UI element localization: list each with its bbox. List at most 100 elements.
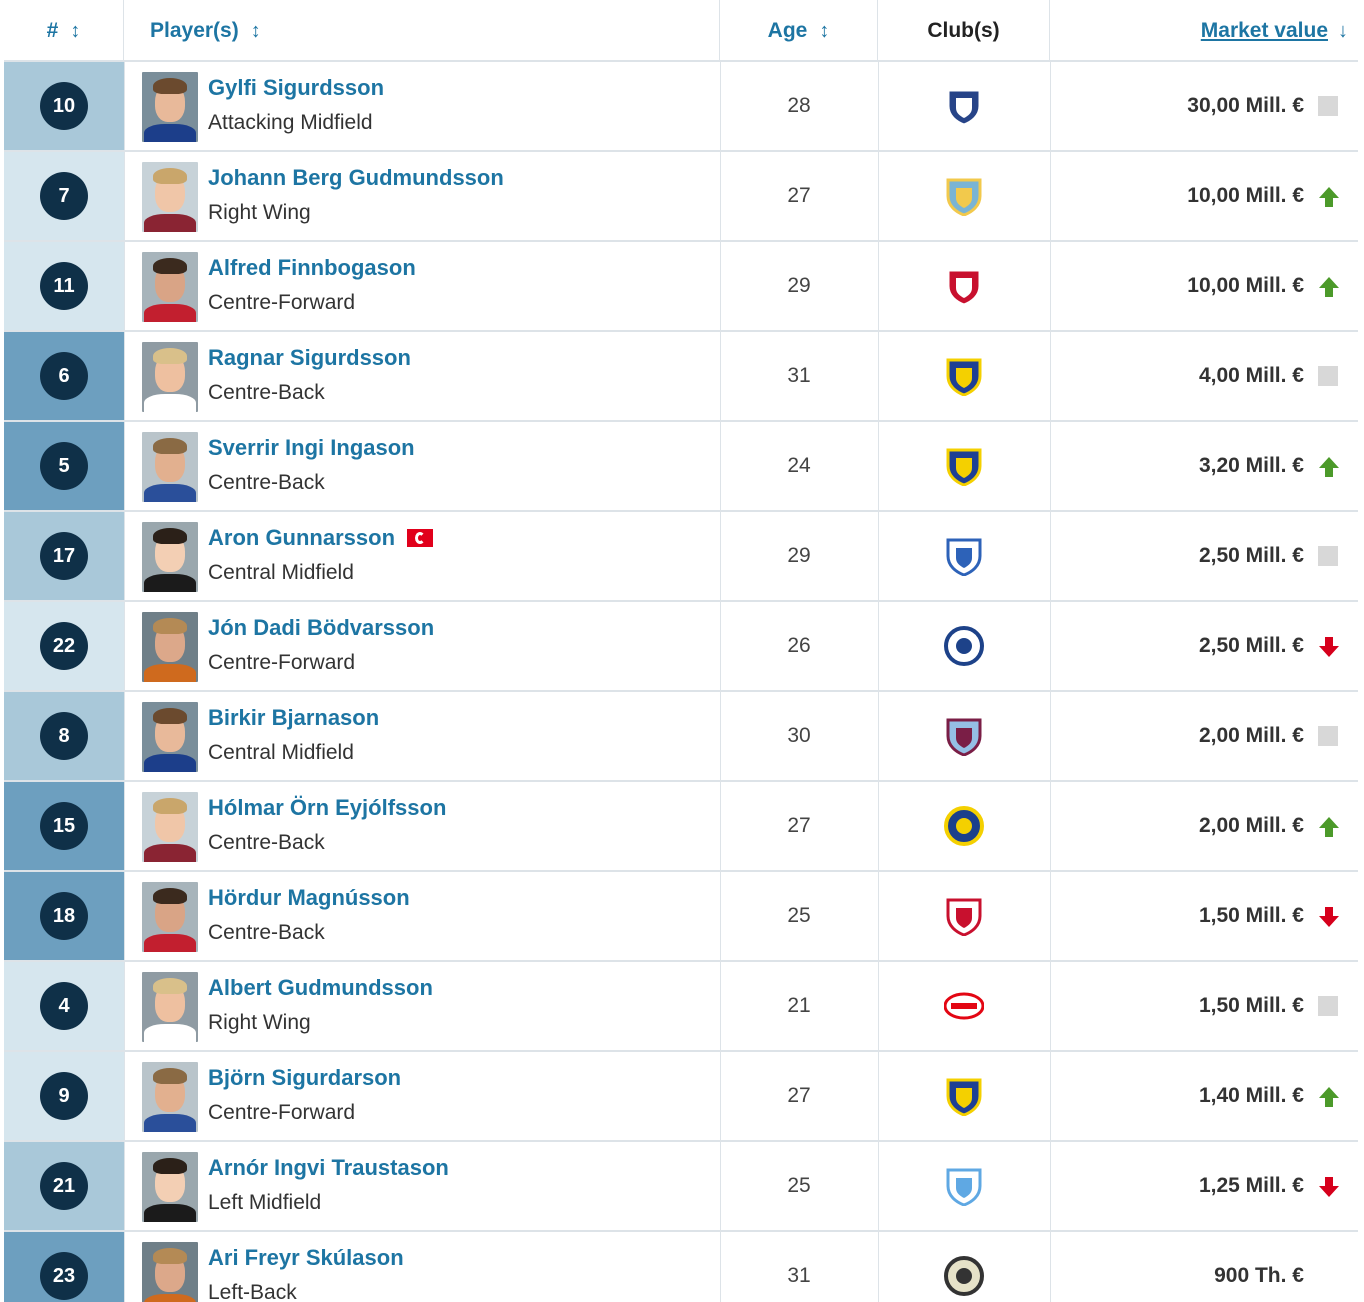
- psv-crest-icon[interactable]: [944, 986, 984, 1026]
- player-name[interactable]: Sverrir Ingi Ingason: [208, 435, 415, 460]
- player-name-link[interactable]: Björn Sigurdarson: [208, 1065, 401, 1091]
- lokeren-crest-icon[interactable]: [944, 1256, 984, 1296]
- player-name-link[interactable]: Alfred Finnbogason: [208, 255, 416, 281]
- market-value[interactable]: 30,00 Mill. €: [1187, 62, 1304, 150]
- shirt-number-badge: 18: [40, 892, 88, 940]
- sort-market-value-header[interactable]: Market value ↓: [1050, 0, 1358, 62]
- shirt-number-cell: 23: [4, 1232, 124, 1302]
- player-photo[interactable]: [142, 792, 198, 862]
- market-value[interactable]: 2,00 Mill. €: [1199, 692, 1304, 780]
- shirt-number-cell: 11: [4, 242, 124, 330]
- player-photo[interactable]: [142, 612, 198, 682]
- player-name-link[interactable]: Birkir Bjarnason: [208, 705, 379, 731]
- everton-crest-icon[interactable]: [944, 86, 984, 126]
- malmo-crest-icon[interactable]: [944, 1166, 984, 1206]
- player-photo[interactable]: [142, 1152, 198, 1222]
- player-position: Centre-Forward: [208, 291, 356, 314]
- shirt-number-badge: 21: [40, 1162, 88, 1210]
- header-club-label: Club(s): [927, 19, 1000, 42]
- market-value[interactable]: 3,20 Mill. €: [1199, 422, 1304, 510]
- levski-crest-icon[interactable]: [944, 806, 984, 846]
- club-cell: [878, 512, 1050, 600]
- trend-up-arrow-icon: [1319, 817, 1339, 837]
- player-photo[interactable]: [142, 702, 198, 772]
- shirt-number-badge: 11: [40, 262, 88, 310]
- player-photo[interactable]: [142, 432, 198, 502]
- player-name[interactable]: Björn Sigurdarson: [208, 1065, 401, 1090]
- player-photo[interactable]: [142, 252, 198, 322]
- player-name-link[interactable]: Sverrir Ingi Ingason: [208, 435, 415, 461]
- player-name-link[interactable]: Jón Dadi Bödvarsson: [208, 615, 434, 641]
- player-position: Centre-Back: [208, 921, 325, 944]
- squad-table: # ↕ Player(s) ↕ Age ↕ Club(s) Market val…: [4, 0, 1358, 1302]
- player-name-link[interactable]: Arnór Ingvi Traustason: [208, 1155, 449, 1181]
- player-name[interactable]: Johann Berg Gudmundsson: [208, 165, 504, 190]
- trend-down-arrow-icon: [1319, 907, 1339, 927]
- market-value[interactable]: 1,50 Mill. €: [1199, 962, 1304, 1050]
- aston-villa-crest-icon[interactable]: [944, 716, 984, 756]
- player-name-link[interactable]: Hördur Magnússon: [208, 885, 410, 911]
- table-row: 10 Gylfi Sigurdsson Attacking Midfield 2…: [4, 62, 1358, 152]
- bristol-city-crest-icon[interactable]: [944, 896, 984, 936]
- player-name[interactable]: Hördur Magnússon: [208, 885, 410, 910]
- player-position: Central Midfield: [208, 561, 354, 584]
- rostov-crest-icon[interactable]: [944, 356, 984, 396]
- player-name[interactable]: Hólmar Örn Eyjólfsson: [208, 795, 446, 820]
- club-cell: [878, 1232, 1050, 1302]
- augsburg-crest-icon[interactable]: [944, 266, 984, 306]
- trend-up-arrow-icon: [1319, 277, 1339, 297]
- player-photo[interactable]: [142, 972, 198, 1042]
- market-value[interactable]: 900 Th. €: [1214, 1232, 1304, 1302]
- player-name-link[interactable]: Gylfi Sigurdsson: [208, 75, 384, 101]
- player-name[interactable]: Ragnar Sigurdsson: [208, 345, 411, 370]
- player-name[interactable]: Jón Dadi Bödvarsson: [208, 615, 434, 640]
- shirt-number-badge: 17: [40, 532, 88, 580]
- sort-age-header[interactable]: Age ↕: [720, 0, 878, 62]
- player-photo[interactable]: [142, 522, 198, 592]
- trend-down-arrow-icon: [1319, 1177, 1339, 1197]
- rostov-crest-icon[interactable]: [944, 1076, 984, 1116]
- player-name[interactable]: Aron Gunnarsson: [208, 525, 395, 550]
- burnley-crest-icon[interactable]: [944, 176, 984, 216]
- sort-number-header[interactable]: # ↕: [4, 0, 124, 62]
- player-age: 31: [787, 1264, 811, 1287]
- sort-player-header[interactable]: Player(s) ↕: [124, 0, 720, 62]
- player-age: 26: [787, 634, 811, 657]
- player-name-link[interactable]: Albert Gudmundsson: [208, 975, 433, 1001]
- player-position: Left Midfield: [208, 1191, 322, 1214]
- club-cell: [878, 602, 1050, 690]
- player-photo[interactable]: [142, 72, 198, 142]
- market-value[interactable]: 1,50 Mill. €: [1199, 872, 1304, 960]
- market-value[interactable]: 10,00 Mill. €: [1187, 152, 1304, 240]
- player-name[interactable]: Alfred Finnbogason: [208, 255, 416, 280]
- player-name[interactable]: Albert Gudmundsson: [208, 975, 433, 1000]
- player-name-link[interactable]: Ragnar Sigurdsson: [208, 345, 411, 371]
- player-name[interactable]: Arnór Ingvi Traustason: [208, 1155, 449, 1180]
- market-value[interactable]: 4,00 Mill. €: [1199, 332, 1304, 420]
- player-name[interactable]: Gylfi Sigurdsson: [208, 75, 384, 100]
- player-age: 25: [787, 904, 811, 927]
- player-name[interactable]: Birkir Bjarnason: [208, 705, 379, 730]
- market-value[interactable]: 10,00 Mill. €: [1187, 242, 1304, 330]
- player-name[interactable]: Ari Freyr Skúlason: [208, 1245, 404, 1270]
- player-photo[interactable]: [142, 342, 198, 412]
- player-photo[interactable]: [142, 1062, 198, 1132]
- club-cell: [878, 422, 1050, 510]
- reading-crest-icon[interactable]: [944, 626, 984, 666]
- player-name-link[interactable]: Hólmar Örn Eyjólfsson: [208, 795, 446, 821]
- market-value[interactable]: 2,50 Mill. €: [1199, 512, 1304, 600]
- player-photo[interactable]: [142, 882, 198, 952]
- player-photo[interactable]: [142, 1242, 198, 1302]
- market-value[interactable]: 2,00 Mill. €: [1199, 782, 1304, 870]
- market-value[interactable]: 1,25 Mill. €: [1199, 1142, 1304, 1230]
- rostov-crest-icon[interactable]: [944, 446, 984, 486]
- market-value[interactable]: 2,50 Mill. €: [1199, 602, 1304, 690]
- player-name-link[interactable]: Aron Gunnarsson: [208, 525, 434, 551]
- player-photo[interactable]: [142, 162, 198, 232]
- player-age: 27: [787, 1084, 811, 1107]
- player-position: Centre-Forward: [208, 651, 356, 674]
- player-name-link[interactable]: Ari Freyr Skúlason: [208, 1245, 404, 1271]
- cardiff-crest-icon[interactable]: [944, 536, 984, 576]
- player-name-link[interactable]: Johann Berg Gudmundsson: [208, 165, 504, 191]
- market-value[interactable]: 1,40 Mill. €: [1199, 1052, 1304, 1140]
